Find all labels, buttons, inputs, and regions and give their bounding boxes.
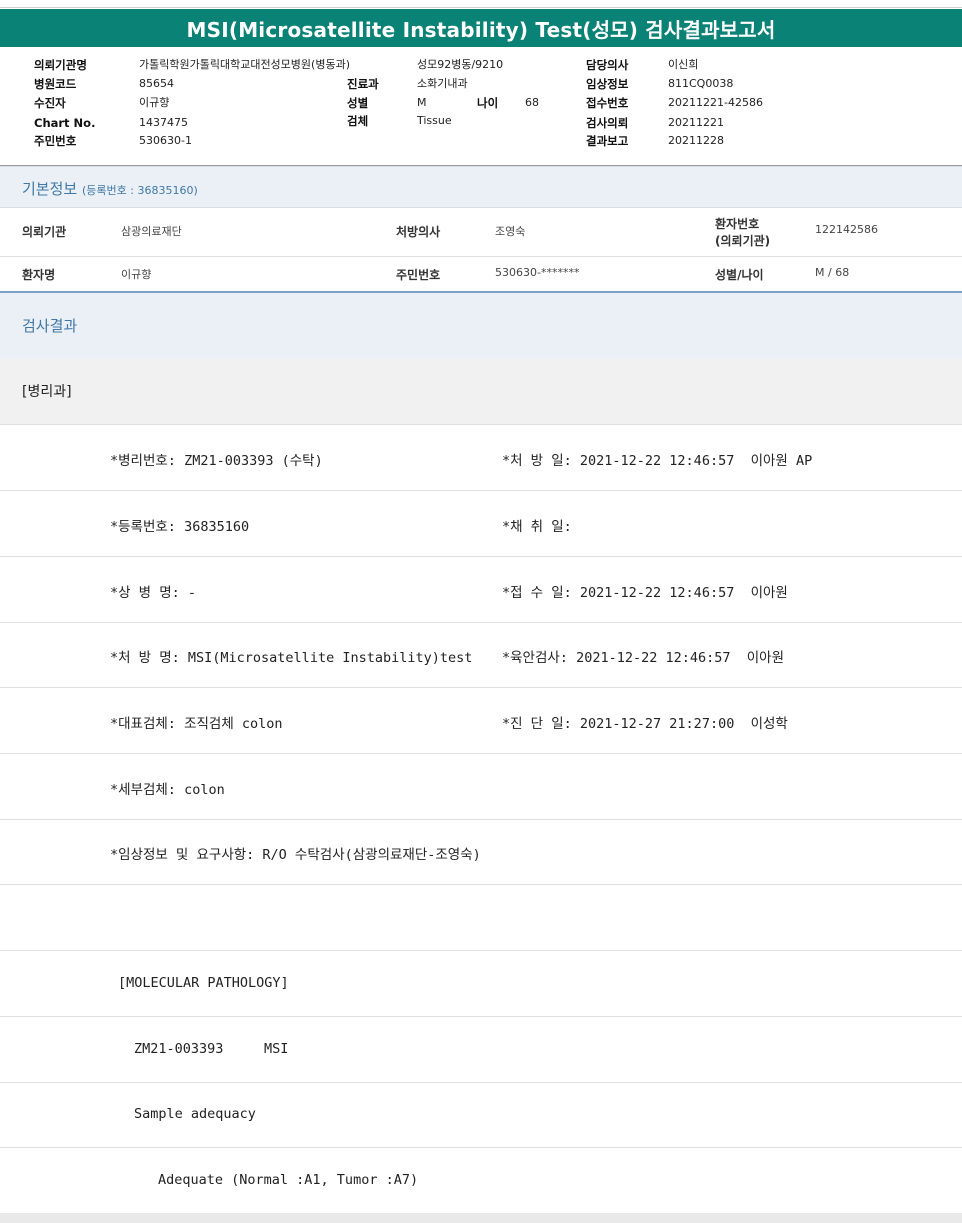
registration-number: (등록번호 : 36835160) (81, 184, 198, 197)
result-left: *처 방 명: MSI(Microsatellite Instability)t… (110, 650, 473, 666)
result-row: [MOLECULAR PATHOLOGY] (0, 951, 962, 1017)
header-label: 병원코드 (34, 77, 77, 91)
header-value: 811CQ0038 (668, 77, 734, 90)
patient-id-sublabel: (의뢰기관) (715, 234, 771, 248)
ssn-label: 주민번호 (396, 268, 441, 282)
header-value: 85654 (139, 77, 174, 90)
result-row: *상 병 명: - *접 수 일: 2021-12-22 12:46:57 이아… (0, 557, 962, 623)
result-right: *처 방 일: 2021-12-22 12:46:57 이아원 AP (502, 453, 813, 469)
ssn-value: 530630-******* (495, 266, 580, 279)
patient-id-value: 122142586 (815, 223, 878, 236)
header-value: 1437475 (139, 116, 188, 129)
header-label: 접수번호 (586, 96, 629, 110)
result-row: *임상정보 및 요구사항: R/O 수탁검사(삼광의료재단-조영숙) (0, 819, 962, 885)
header-value: 20211221 (668, 116, 724, 129)
result-row: *병리번호: ZM21-003393 (수탁) *처 방 일: 2021-12-… (0, 425, 962, 491)
result-right: *육안검사: 2021-12-22 12:46:57 이아원 (502, 650, 785, 666)
basic-info-title-text: 기본정보 (22, 180, 78, 198)
result-row: *대표검체: 조직검체 colon *진 단 일: 2021-12-27 21:… (0, 688, 962, 754)
header-value: M (417, 96, 427, 109)
result-row: Adequate (Normal :A1, Tumor :A7) (0, 1148, 962, 1213)
sample-adequacy-value: Adequate (Normal :A1, Tumor :A7) (158, 1172, 419, 1188)
report-header: 의뢰기관명 가톨릭학원가톨릭대학교대전성모병원(병동과) 병원코드 85654 … (0, 55, 962, 166)
header-value: Tissue (417, 114, 452, 127)
header-label: 진료과 (347, 77, 379, 91)
header-label: 의뢰기관명 (34, 58, 87, 72)
header-value: 68 (525, 96, 539, 109)
result-left: *세부검체: colon (110, 782, 225, 798)
header-label: 수진자 (34, 96, 66, 110)
header-value: 이신희 (668, 58, 699, 71)
patient-name-value: 이규향 (121, 268, 152, 281)
header-label: 결과보고 (586, 134, 629, 148)
specimen-test-line: ZM21-003393 MSI (134, 1041, 289, 1057)
header-label: 성별 (347, 96, 369, 110)
header-value: 20211228 (668, 134, 724, 147)
doctor-label: 처방의사 (396, 225, 441, 239)
header-value: 가톨릭학원가톨릭대학교대전성모병원(병동과) (139, 58, 350, 71)
basic-info-row-2: 환자명 이규향 주민번호 530630-******* 성별/나이 M / 68 (0, 257, 962, 290)
result-left: *병리번호: ZM21-003393 (수탁) (110, 453, 323, 469)
result-row: *등록번호: 36835160 *채 취 일: (0, 491, 962, 557)
result-left: *등록번호: 36835160 (110, 519, 250, 535)
molecular-pathology-heading: [MOLECULAR PATHOLOGY] (118, 975, 289, 991)
result-row: Sample adequacy (0, 1082, 962, 1148)
header-value: 소화기내과 (417, 77, 468, 90)
sample-adequacy-label: Sample adequacy (134, 1106, 256, 1122)
sex-age-value: M / 68 (815, 266, 850, 279)
header-label: 나이 (477, 96, 499, 110)
basic-info-row-1: 의뢰기관 삼광의료재단 처방의사 조영숙 환자번호 (의뢰기관) 1221425… (0, 207, 962, 257)
result-right: *채 취 일: (502, 519, 572, 535)
patient-id-label: 환자번호 (715, 217, 760, 231)
header-value: 530630-1 (139, 134, 192, 147)
header-label: 임상정보 (586, 77, 629, 91)
report-title: MSI(Microsatellite Instability) Test(성모)… (0, 9, 962, 47)
header-value: 20211221-42586 (668, 96, 763, 109)
department-row: [병리과] (0, 359, 962, 425)
doctor-value: 조영숙 (495, 225, 526, 238)
results-header: 검사결과 (0, 291, 962, 361)
header-label: 검사의뢰 (586, 116, 629, 130)
results-title: 검사결과 (22, 317, 78, 335)
bottom-strip (0, 1213, 962, 1223)
institution-label: 의뢰기관 (22, 225, 67, 239)
department-label: [병리과] (22, 384, 72, 400)
result-left: *대표검체: 조직검체 colon (110, 716, 283, 732)
result-left: *상 병 명: - (110, 585, 197, 601)
header-value: 이규향 (139, 96, 170, 109)
top-border (0, 0, 962, 8)
basic-info-title: 기본정보 (등록번호 : 36835160) (22, 178, 198, 199)
header-label: 담당의사 (586, 58, 629, 72)
result-row: *처 방 명: MSI(Microsatellite Instability)t… (0, 622, 962, 688)
result-right: *접 수 일: 2021-12-22 12:46:57 이아원 (502, 585, 788, 601)
header-label: 주민번호 (34, 134, 77, 148)
patient-name-label: 환자명 (22, 268, 56, 282)
result-row: ZM21-003393 MSI (0, 1017, 962, 1083)
basic-info-header: 기본정보 (등록번호 : 36835160) (0, 166, 962, 208)
ward-value: 성모92병동/9210 (417, 58, 504, 71)
result-right: *진 단 일: 2021-12-27 21:27:00 이성학 (502, 716, 788, 732)
institution-value: 삼광의료재단 (121, 225, 182, 238)
result-row: *세부검체: colon (0, 754, 962, 820)
sex-age-label: 성별/나이 (715, 268, 764, 282)
header-label: Chart No. (34, 116, 96, 130)
result-row-empty (0, 885, 962, 951)
header-label: 검체 (347, 114, 369, 128)
result-left: *임상정보 및 요구사항: R/O 수탁검사(삼광의료재단-조영숙) (110, 847, 481, 863)
